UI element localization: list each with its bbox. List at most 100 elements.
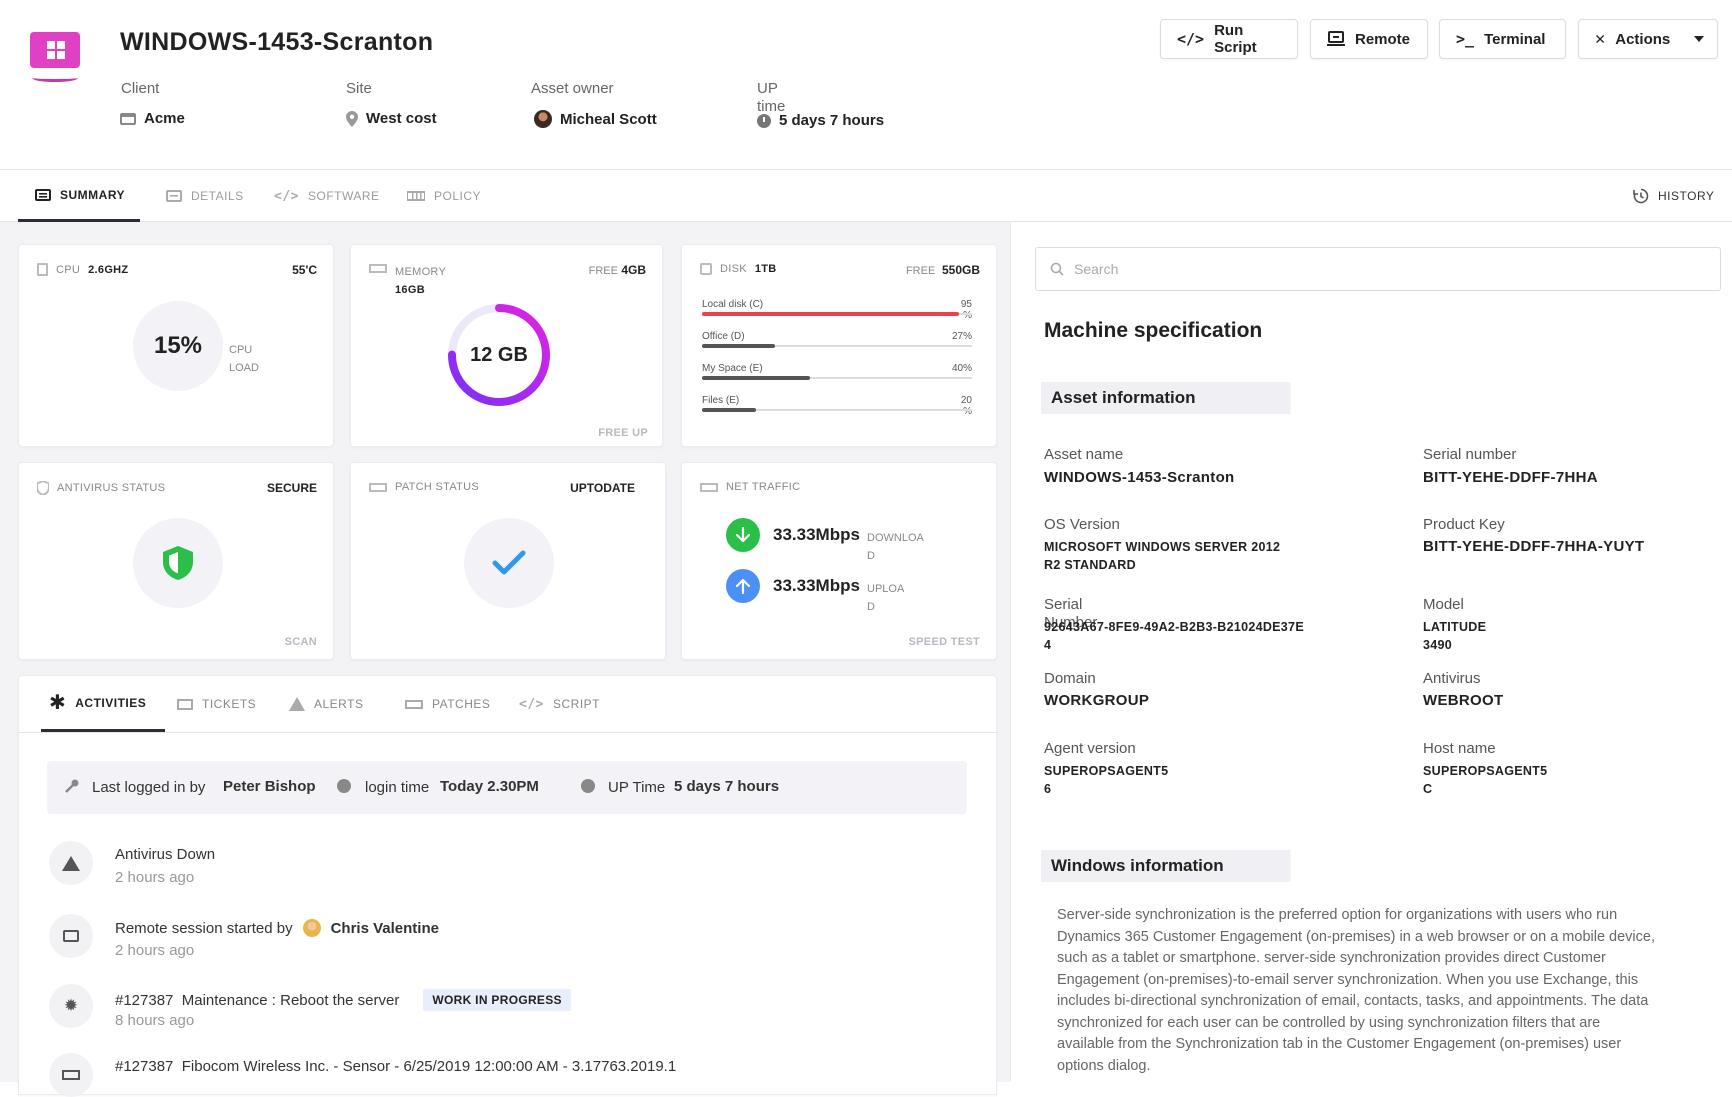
search-input[interactable]: Search xyxy=(1074,261,1118,277)
tab-alerts-label: ALERTS xyxy=(314,697,364,711)
last-logged-label: Last logged in by xyxy=(92,779,206,796)
checkmark-icon xyxy=(492,550,526,575)
agent-version-value: SUPEROPSAGENT5 6 xyxy=(1044,764,1169,796)
site-label: Site xyxy=(346,80,372,97)
serial-number-value: BITT-YEHE-DDFF-7HHA xyxy=(1423,469,1598,486)
tab-details[interactable]: DETAILS xyxy=(166,170,244,222)
tab-tickets[interactable]: TICKETS xyxy=(177,676,256,732)
tab-activities-label: ACTIVITIES xyxy=(75,695,147,710)
asset-name-value: WINDOWS-1453-Scranton xyxy=(1044,469,1235,486)
cpu-label-text: CPU xyxy=(56,263,81,276)
activity-text: #127387 Fibocom Wireless Inc. - Sensor -… xyxy=(115,1058,677,1075)
windows-info-text: Server-side synchronization is the prefe… xyxy=(1057,907,1655,1074)
monitor-icon xyxy=(49,914,93,958)
disk-usage-bar xyxy=(702,408,756,412)
terminal-label: Terminal xyxy=(1484,30,1546,48)
activity-text: Antivirus Down xyxy=(115,846,216,863)
cpu-load-label: CPU LOAD xyxy=(229,341,259,377)
terminal-button[interactable]: >_ Terminal xyxy=(1439,19,1566,59)
disk-free-label: FREE xyxy=(905,265,936,277)
disk-name: Local disk (C) xyxy=(702,299,764,310)
os-version-value: MICROSOFT WINDOWS SERVER 2012 R2 STANDAR… xyxy=(1044,540,1281,572)
activity-item[interactable]: Remote session started by Chris Valentine xyxy=(115,919,439,937)
antivirus-indicator xyxy=(133,518,223,608)
activity-time: 2 hours ago xyxy=(115,869,195,886)
host-name-value: SUPEROPSAGENT5 C xyxy=(1423,764,1548,796)
product-key-label: Product Key xyxy=(1423,516,1505,533)
tab-alerts[interactable]: ALERTS xyxy=(289,676,363,732)
antivirus-value: WEBROOT xyxy=(1423,692,1504,709)
speed-test-link[interactable]: SPEED TEST xyxy=(909,636,980,648)
warning-icon xyxy=(289,697,305,711)
store-icon xyxy=(120,112,136,125)
remote-button[interactable]: Remote xyxy=(1310,19,1428,59)
asterisk-icon: ✱ xyxy=(49,692,67,714)
client-value: Acme xyxy=(120,110,185,127)
agent-version-label: Agent version xyxy=(1044,740,1136,757)
activity-text: #127387 Maintenance : Reboot the server xyxy=(115,991,400,1009)
download-speed: 33.33Mbps xyxy=(773,525,860,544)
net-traffic-card: NET TRAFFIC 33.33Mbps DOWNLOA D 33.33Mbp… xyxy=(681,462,997,660)
summary-icon xyxy=(35,188,51,201)
antivirus-card: ANTIVIRUS STATUS SECURE SCAN xyxy=(18,462,334,660)
run-script-label: Run Script xyxy=(1214,22,1257,56)
run-script-button[interactable]: </> Run Script xyxy=(1160,19,1298,59)
chip-icon xyxy=(37,263,48,276)
client-name: Acme xyxy=(144,110,185,127)
net-traffic-label-text: NET TRAFFIC xyxy=(726,481,801,493)
memory-free-value: 4GB xyxy=(621,263,646,277)
search-box[interactable]: Search xyxy=(1035,247,1721,291)
upload-label: UPLOA D xyxy=(867,583,905,613)
memory-used-value: 12 GB xyxy=(470,343,528,366)
model-value: LATITUDE 3490 xyxy=(1423,620,1487,652)
tab-policy[interactable]: POLICY xyxy=(407,170,481,222)
patch-icon xyxy=(49,1053,93,1097)
antivirus-label: ANTIVIRUS STATUS xyxy=(37,481,165,495)
scan-link[interactable]: SCAN xyxy=(285,636,317,648)
shield-icon xyxy=(163,546,193,580)
code-icon: </> xyxy=(274,188,299,204)
disk-usage-bar xyxy=(702,344,775,348)
activity-item[interactable]: Antivirus Down xyxy=(115,846,215,863)
disk-icon xyxy=(700,263,712,275)
cpu-load-label-2: LOAD xyxy=(229,362,259,374)
disk-name: Files (E) xyxy=(702,395,740,406)
tab-software[interactable]: </> SOFTWARE xyxy=(274,170,380,222)
tab-history[interactable]: HISTORY xyxy=(1633,170,1714,222)
disk-name: My Space (E) xyxy=(702,363,763,374)
disk-percent: 95 % xyxy=(960,299,972,321)
memory-free-label: FREE xyxy=(588,265,618,277)
remote-label: Remote xyxy=(1355,30,1411,48)
activity-user[interactable]: Chris Valentine xyxy=(331,920,439,937)
net-traffic-label: NET TRAFFIC xyxy=(700,481,800,493)
cpu-card: CPU 2.6GHZ 55'C 15% CPU LOAD xyxy=(18,244,334,447)
avatar xyxy=(534,110,552,128)
tab-details-label: DETAILS xyxy=(191,189,244,203)
tab-script[interactable]: </> SCRIPT xyxy=(519,676,600,732)
actions-button[interactable]: ✕ Actions xyxy=(1578,19,1718,59)
domain-label: Domain xyxy=(1044,670,1096,687)
activity-item[interactable]: #127387 Maintenance : Reboot the server W… xyxy=(115,989,571,1011)
activity-text: Remote session started by xyxy=(115,919,293,937)
antivirus-label-text: ANTIVIRUS STATUS xyxy=(57,482,166,494)
memory-free: FREE 4GB xyxy=(589,263,646,277)
upload-speed: 33.33Mbps xyxy=(773,576,860,595)
tab-activities[interactable]: ✱ ACTIVITIES xyxy=(41,676,165,732)
patch-indicator xyxy=(464,518,554,608)
owner-value[interactable]: Micheal Scott xyxy=(534,110,657,128)
disk-percent: 20 % xyxy=(960,395,972,417)
activity-item[interactable]: #127387 Fibocom Wireless Inc. - Sensor -… xyxy=(115,1058,676,1075)
tab-summary[interactable]: SUMMARY xyxy=(18,170,140,222)
avatar xyxy=(302,919,321,937)
specification-panel: Search Machine specification Asset infor… xyxy=(1010,222,1732,1082)
spec-title: Machine specification xyxy=(1044,319,1263,342)
disk-free: FREE 550GB xyxy=(906,263,980,277)
cpu-temperature: 55'C xyxy=(292,263,317,277)
free-up-link[interactable]: FREE UP xyxy=(598,427,648,439)
tab-patches[interactable]: PATCHES xyxy=(405,676,490,732)
policy-icon xyxy=(407,191,425,201)
clock-icon xyxy=(581,779,595,793)
download-label: DOWNLOA D xyxy=(867,532,924,562)
patches-icon xyxy=(405,699,423,709)
main-tabs: SUMMARY DETAILS </> SOFTWARE POLICY HIST… xyxy=(0,170,1732,222)
